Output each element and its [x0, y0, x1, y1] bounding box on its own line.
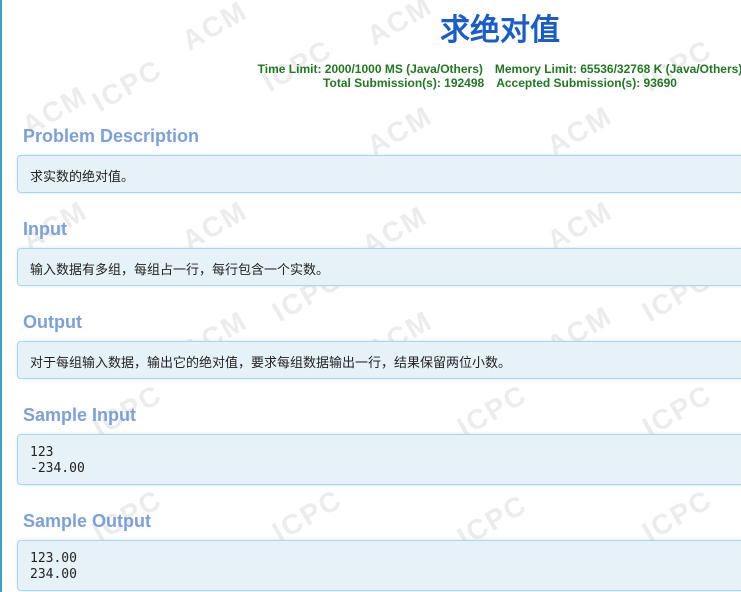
- output-panel: 对于每组输入数据，输出它的绝对值，要求每组数据输出一行，结果保留两位小数。: [17, 341, 741, 379]
- problem-title: 求绝对值: [440, 13, 560, 48]
- description-content: 求实数的绝对值。: [30, 170, 135, 185]
- sample-input-heading: Sample Input: [23, 405, 137, 425]
- sample-input-line: -234.00: [30, 461, 85, 476]
- watermark-icpc: ICPC: [637, 483, 718, 548]
- limits-row-1: Time Limit: 2000/1000 MS (Java/Others) Me…: [0, 62, 741, 76]
- memory-limit: Memory Limit: 65536/32768 K (Java/Others…: [494, 62, 741, 76]
- total-submissions: Total Submission(s): 192498: [323, 76, 485, 90]
- sample-output-heading: Sample Output: [23, 511, 152, 531]
- output-heading: Output: [23, 312, 82, 332]
- sample-output-line: 123.00: [30, 551, 77, 566]
- watermark-acm: ACM: [361, 99, 438, 162]
- watermark-acm: ACM: [541, 99, 618, 162]
- description-panel: 求实数的绝对值。: [17, 155, 741, 193]
- accepted-submissions: Accepted Submission(s): 93690: [496, 76, 677, 90]
- description-heading: Problem Description: [23, 126, 200, 146]
- sample-input-panel[interactable]: 123 -234.00: [17, 434, 741, 485]
- watermark-icpc: ICPC: [267, 483, 348, 548]
- limits-row-2: Total Submission(s): 192498 Accepted Subm…: [0, 76, 741, 90]
- sample-input-line: 123: [30, 445, 54, 460]
- output-content: 对于每组输入数据，输出它的绝对值，要求每组数据输出一行，结果保留两位小数。: [30, 356, 512, 371]
- sample-output-line: 234.00: [30, 567, 77, 582]
- time-limit: Time Limit: 2000/1000 MS (Java/Others): [257, 62, 483, 76]
- input-panel: 输入数据有多组，每组占一行，每行包含一个实数。: [17, 248, 741, 286]
- input-content: 输入数据有多组，每组占一行，每行包含一个实数。: [30, 263, 330, 278]
- input-heading: Input: [23, 219, 67, 239]
- problem-limits: Time Limit: 2000/1000 MS (Java/Others) Me…: [0, 62, 741, 90]
- sample-output-panel[interactable]: 123.00 234.00: [17, 540, 741, 591]
